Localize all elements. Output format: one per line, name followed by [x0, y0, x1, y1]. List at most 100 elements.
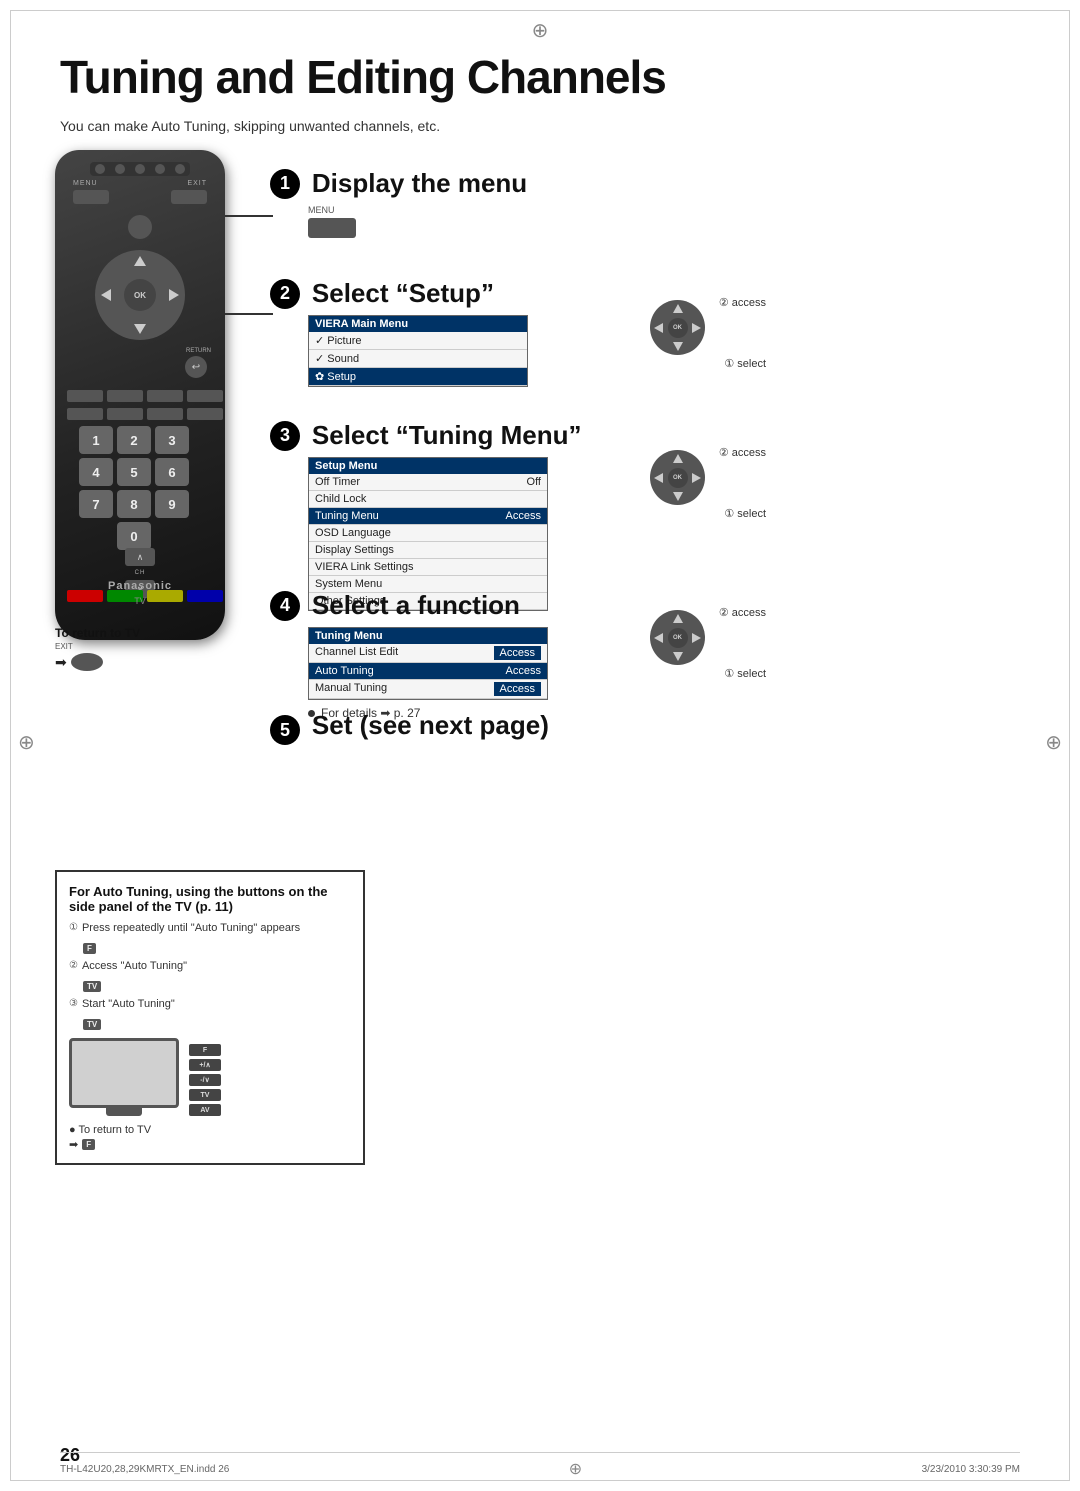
step-1-number: 1 — [270, 169, 300, 199]
step-5: 5 Set (see next page) — [270, 710, 549, 745]
small-buttons-row2 — [67, 408, 223, 420]
crosshair-top: ⊕ — [532, 18, 549, 43]
info-return-label: ● To return to TV ➡ F — [69, 1124, 351, 1151]
step-3-child-lock: Child Lock — [309, 491, 547, 508]
step-2-menu-item-setup: ✿ Setup — [309, 368, 527, 386]
step-3-menu-header: Setup Menu — [309, 458, 547, 474]
panel-btn-av: AV — [189, 1104, 221, 1116]
small-btn-6[interactable] — [107, 408, 143, 420]
info-step-3-num: ③ — [69, 998, 78, 1009]
step-5-title: Set (see next page) — [312, 710, 549, 740]
return-arrow-icon: ➡ — [69, 1138, 78, 1151]
step-2-ok-diagram: OK ② access ① select — [640, 290, 770, 380]
info-step-1: ① Press repeatedly until "Auto Tuning" a… — [69, 922, 351, 934]
step-2-menu-header: VIERA Main Menu — [309, 316, 527, 332]
step-3-select-label: ① select — [724, 507, 766, 520]
exit-button-visual — [71, 653, 103, 671]
small-btn-4[interactable] — [187, 390, 223, 402]
tv-key-2: TV — [83, 1019, 101, 1030]
step-1: 1 Display the menu MENU — [270, 168, 527, 238]
info-box-title: For Auto Tuning, using the buttons on th… — [69, 884, 351, 914]
step-3-access-label: ② access — [719, 446, 766, 459]
num-2[interactable]: 2 — [117, 426, 151, 454]
step-5-number: 5 — [270, 715, 300, 745]
color-btn-blue[interactable] — [187, 590, 223, 602]
ch-up[interactable]: ∧ — [125, 548, 155, 566]
tv-diagram-area: F +/∧ -/∨ TV AV — [69, 1038, 351, 1116]
step-4-access-label: ② access — [719, 606, 766, 619]
tv-label: TV — [134, 596, 146, 606]
step-3-tuning-menu: Tuning MenuAccess — [309, 508, 547, 525]
return-title: To return to TV — [55, 626, 140, 640]
tv-screen-area — [69, 1038, 179, 1116]
return-label: RETURN — [186, 348, 211, 354]
ok-button[interactable]: OK — [124, 279, 156, 311]
small-btn-7[interactable] — [147, 408, 183, 420]
step-4-number: 4 — [270, 591, 300, 621]
footer-left: TH-L42U20,28,29KMRTX_EN.indd 26 — [60, 1464, 229, 1475]
return-key: F — [82, 1139, 95, 1150]
num-4[interactable]: 4 — [79, 458, 113, 486]
return-button[interactable]: ↩ — [185, 356, 207, 378]
remote-top-bar — [90, 162, 190, 176]
dpad-down-arrow — [134, 324, 146, 334]
remote-control: MENU EXIT OK RETURN ↩ 1 2 3 4 5 6 7 8 9 — [55, 150, 225, 640]
circle-button[interactable] — [128, 215, 152, 239]
small-btn-1[interactable] — [67, 390, 103, 402]
step-4-channel-list: Channel List EditAccess — [309, 644, 547, 663]
small-btn-3[interactable] — [147, 390, 183, 402]
num-3[interactable]: 3 — [155, 426, 189, 454]
small-btn-5[interactable] — [67, 408, 103, 420]
exit-button[interactable] — [171, 190, 207, 204]
step-2-menu-item-picture: ✓ Picture — [309, 332, 527, 350]
num-8[interactable]: 8 — [117, 490, 151, 518]
step-4-manual: Manual TuningAccess — [309, 680, 547, 699]
step-3-title: Select “Tuning Menu” — [312, 420, 582, 450]
info-box: For Auto Tuning, using the buttons on th… — [55, 870, 365, 1165]
dpad-up-arrow — [134, 256, 146, 266]
small-btn-8[interactable] — [187, 408, 223, 420]
menu-button-visual — [308, 218, 356, 238]
panel-btn-minus: -/∨ — [189, 1074, 221, 1086]
info-step-1-text: Press repeatedly until "Auto Tuning" app… — [82, 922, 300, 934]
num-5[interactable]: 5 — [117, 458, 151, 486]
step-2-number: 2 — [270, 279, 300, 309]
tv-key-1: TV — [83, 981, 101, 992]
color-btn-red[interactable] — [67, 590, 103, 602]
step-4-title: Select a function — [312, 590, 520, 620]
step-4-menu: Tuning Menu Channel List EditAccess Auto… — [308, 627, 548, 700]
step-4-auto-tuning: Auto TuningAccess — [309, 663, 547, 680]
info-step-3-text: Start "Auto Tuning" — [82, 998, 175, 1010]
page-footer: TH-L42U20,28,29KMRTX_EN.indd 26 ⊕ 3/23/2… — [60, 1452, 1020, 1479]
step-3-ok-diagram: OK ② access ① select — [640, 440, 770, 530]
step-3-osd: OSD Language — [309, 525, 547, 542]
step-2: 2 Select “Setup” VIERA Main Menu ✓ Pictu… — [270, 278, 528, 387]
dpad-left-arrow — [101, 289, 111, 301]
crosshair-bottom-center: ⊕ — [569, 1459, 582, 1479]
menu-button[interactable] — [73, 190, 109, 204]
small-btn-2[interactable] — [107, 390, 143, 402]
panel-btn-tv: TV — [189, 1089, 221, 1101]
tv-stand — [106, 1108, 142, 1116]
num-7[interactable]: 7 — [79, 490, 113, 518]
crosshair-right: ⊕ — [1045, 730, 1062, 755]
step-3-number: 3 — [270, 421, 300, 451]
num-0[interactable]: 0 — [117, 522, 151, 550]
step-1-title: Display the menu — [312, 168, 527, 198]
return-arrow: ➡ — [55, 654, 67, 671]
dpad[interactable]: OK — [95, 250, 185, 340]
page-title: Tuning and Editing Channels — [60, 50, 666, 104]
footer-right: 3/23/2010 3:30:39 PM — [922, 1464, 1020, 1475]
num-9[interactable]: 9 — [155, 490, 189, 518]
step-3-display: Display Settings — [309, 542, 547, 559]
step-2-menu-item-sound: ✓ Sound — [309, 350, 527, 368]
num-1[interactable]: 1 — [79, 426, 113, 454]
num-6[interactable]: 6 — [155, 458, 189, 486]
step-3-menu: Setup Menu Off TimerOff Child Lock Tunin… — [308, 457, 548, 611]
page-subtitle: You can make Auto Tuning, skipping unwan… — [60, 118, 440, 134]
info-step-2-num: ② — [69, 960, 78, 971]
ch-label: CH — [135, 570, 146, 576]
info-step-2-text: Access "Auto Tuning" — [82, 960, 187, 972]
menu-label: MENU — [73, 180, 98, 187]
connector-step2 — [225, 313, 273, 315]
